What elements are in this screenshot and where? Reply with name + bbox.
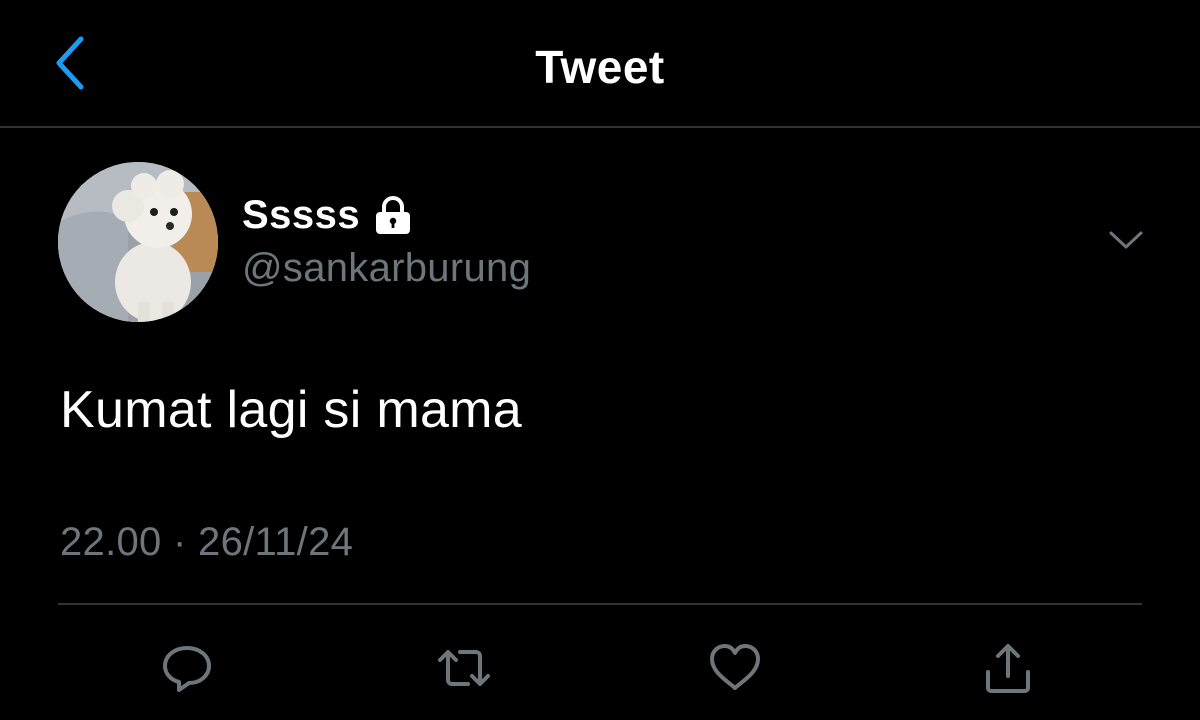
lock-icon [372,195,416,235]
reply-button[interactable] [155,638,219,702]
display-name[interactable]: Sssss [242,193,360,238]
top-nav-bar: Tweet [0,0,1200,128]
action-bar [0,630,1200,710]
tweet-detail-screen: Tweet Sssss @sankarburung Kumat lagi si … [0,0,1200,720]
tweet-timestamp: 22.00 · 26/11/24 [60,520,354,564]
divider [58,603,1142,605]
avatar[interactable] [58,162,218,322]
reply-icon [159,640,215,701]
share-icon [980,640,1036,701]
author-handle[interactable]: @sankarburung [242,246,531,291]
retweet-icon [434,640,494,701]
author-name-row: Sssss [242,190,416,240]
tweet-text: Kumat lagi si mama [60,381,522,439]
page-title: Tweet [535,41,665,93]
chevron-down-icon [1108,229,1144,256]
like-button[interactable] [703,638,767,702]
share-button[interactable] [976,638,1040,702]
like-icon [706,640,764,701]
tweet-menu-button[interactable] [1098,222,1154,262]
retweet-button[interactable] [432,638,496,702]
